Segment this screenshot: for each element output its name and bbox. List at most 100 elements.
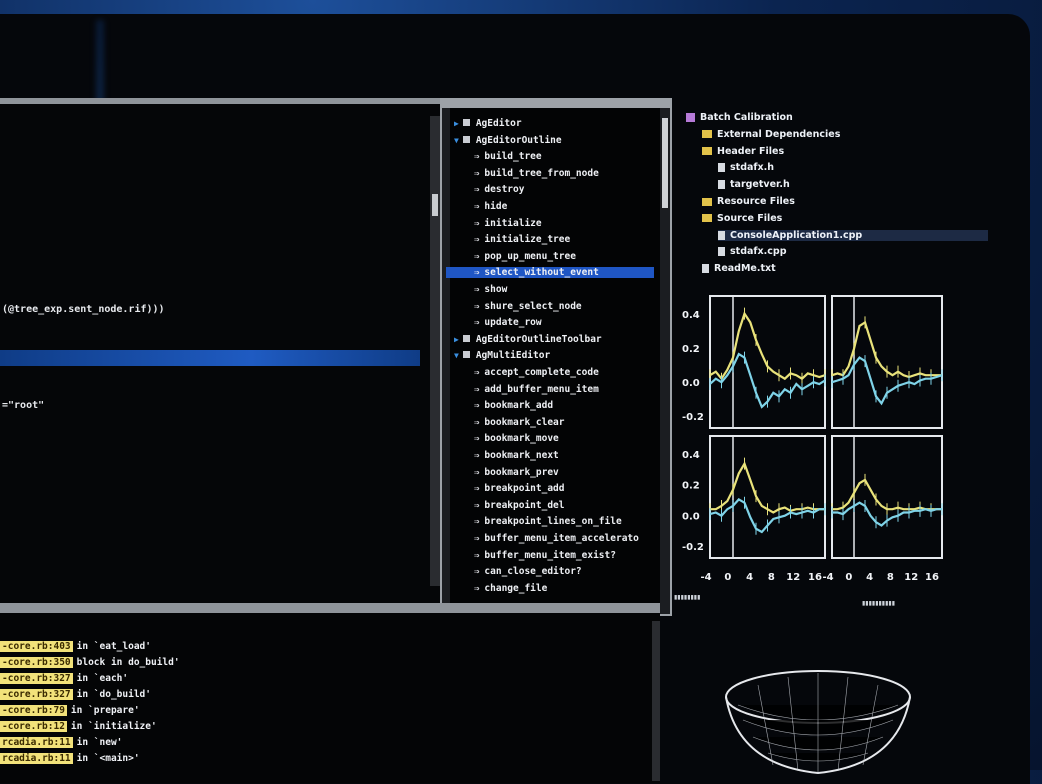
editor-scrollbar[interactable] bbox=[430, 116, 440, 586]
code-line[interactable]: ="root" bbox=[2, 400, 44, 411]
outline-class-item[interactable]: ▼ AgMultiEditor bbox=[454, 350, 550, 361]
x-tick-label: 4 bbox=[746, 572, 753, 583]
outline-method-item[interactable]: ⇒ initialize bbox=[474, 218, 542, 229]
method-icon: ⇒ bbox=[474, 583, 480, 594]
solution-item[interactable]: Source Files bbox=[702, 213, 782, 224]
outline-scrollbar[interactable] bbox=[660, 108, 670, 614]
tree-item-label: build_tree bbox=[484, 151, 542, 163]
expand-down-icon[interactable]: ▼ bbox=[454, 136, 459, 145]
outline-left-scrollbar[interactable] bbox=[442, 108, 450, 614]
outline-method-item[interactable]: ⇒ breakpoint_lines_on_file bbox=[474, 516, 622, 527]
solution-item[interactable]: targetver.h bbox=[718, 179, 790, 190]
expand-right-icon[interactable]: ▶ bbox=[454, 119, 459, 128]
outline-method-item[interactable]: ⇒ pop_up_menu_tree bbox=[474, 251, 576, 262]
stack-trace-file[interactable]: -core.rb:327 bbox=[0, 673, 73, 684]
outline-method-item[interactable]: ⇒ buffer_menu_item_accelerato bbox=[474, 533, 639, 544]
console-line: rcadia.rb:11 in `new' bbox=[0, 737, 122, 748]
outline-method-item[interactable]: ⇒ breakpoint_del bbox=[474, 500, 565, 511]
code-line[interactable]: (@tree_exp.sent_node.rif))) bbox=[2, 304, 165, 315]
folder-icon bbox=[702, 147, 712, 156]
solution-explorer[interactable]: Batch Calibration External Dependencies He… bbox=[686, 110, 988, 280]
console-panel[interactable]: -core.rb:403 in `eat_load' -core.rb:350 blo… bbox=[0, 603, 660, 783]
outline-method-item[interactable]: ⇒ hide bbox=[474, 201, 507, 212]
expand-down-icon[interactable]: ▼ bbox=[454, 351, 459, 360]
outline-method-item[interactable]: ⇒ bookmark_prev bbox=[474, 467, 559, 478]
scrollbar-thumb[interactable] bbox=[432, 194, 438, 216]
outline-method-item[interactable]: ⇒ can_close_editor? bbox=[474, 566, 582, 577]
stack-trace-file[interactable]: rcadia.rb:11 bbox=[0, 753, 73, 764]
stack-trace-file[interactable]: rcadia.rb:11 bbox=[0, 737, 73, 748]
outline-method-item[interactable]: ⇒ add_buffer_menu_item bbox=[474, 384, 599, 395]
tree-item-label: bookmark_add bbox=[484, 400, 554, 412]
solution-item[interactable]: Batch Calibration bbox=[686, 112, 793, 123]
solution-item-label: stdafx.h bbox=[730, 162, 775, 174]
method-icon: ⇒ bbox=[474, 268, 480, 279]
solution-item[interactable]: stdafx.cpp bbox=[718, 246, 787, 257]
tree-item-label: buffer_menu_item_accelerato bbox=[484, 533, 639, 544]
method-icon: ⇒ bbox=[474, 567, 480, 578]
tree-item-label: initialize_tree bbox=[484, 234, 571, 246]
outline-method-item[interactable]: ⇒ destroy bbox=[474, 184, 524, 195]
chart-legend-area: ▮▮▮▮▮▮▮▮ ▮▮▮▮▮▮▮▮▮▮ bbox=[672, 594, 972, 654]
solution-item-label: Batch Calibration bbox=[700, 112, 793, 123]
outline-panel[interactable]: ▶ AgEditor ▼ AgEditorOutline ⇒ build_tree ⇒ bui… bbox=[440, 98, 672, 616]
console-scrollbar[interactable] bbox=[652, 621, 660, 781]
outline-method-item[interactable]: ⇒ shure_select_node bbox=[474, 301, 582, 312]
outline-method-item[interactable]: ⇒ update_row bbox=[474, 317, 542, 328]
x-tick-label: 0 bbox=[724, 572, 731, 583]
stack-trace-file[interactable]: -core.rb:350 bbox=[0, 657, 73, 668]
solution-item[interactable]: ConsoleApplication1.cpp bbox=[718, 229, 988, 241]
stack-trace-file[interactable]: -core.rb:12 bbox=[0, 721, 67, 732]
outline-method-item[interactable]: ⇒ show bbox=[474, 284, 507, 295]
method-icon: ⇒ bbox=[474, 417, 480, 428]
tree-item-label: add_buffer_menu_item bbox=[484, 383, 599, 395]
outline-method-item[interactable]: ⇒ bookmark_clear bbox=[474, 417, 565, 428]
outline-method-item[interactable]: ⇒ accept_complete_code bbox=[474, 367, 599, 378]
expand-right-icon[interactable]: ▶ bbox=[454, 335, 459, 344]
outline-class-item[interactable]: ▶ AgEditorOutlineToolbar bbox=[454, 334, 602, 345]
tree-item-label: bookmark_prev bbox=[484, 466, 559, 478]
tree-item-label: change_file bbox=[484, 582, 548, 594]
solution-item[interactable]: stdafx.h bbox=[718, 162, 774, 173]
outline-method-item[interactable]: ⇒ select_without_event bbox=[446, 267, 654, 279]
solution-item[interactable]: Resource Files bbox=[702, 196, 795, 207]
outline-method-item[interactable]: ⇒ bookmark_add bbox=[474, 400, 553, 411]
x-tick-label: 16 bbox=[925, 572, 939, 583]
method-icon: ⇒ bbox=[474, 235, 480, 246]
outline-method-item[interactable]: ⇒ build_tree_from_node bbox=[474, 168, 599, 179]
y-tick-label: 0.0 bbox=[682, 378, 700, 389]
code-editor-window[interactable]: (@tree_exp.sent_node.rif))) ="root" bbox=[0, 98, 440, 604]
outline-class-item[interactable]: ▼ AgEditorOutline bbox=[454, 135, 562, 146]
scrollbar-thumb[interactable] bbox=[662, 118, 668, 208]
outline-method-item[interactable]: ⇒ bookmark_move bbox=[474, 433, 559, 444]
wireframe-bowl-plot bbox=[725, 670, 911, 775]
x-tick-label: 12 bbox=[786, 572, 800, 583]
outline-method-item[interactable]: ⇒ breakpoint_add bbox=[474, 483, 565, 494]
method-icon: ⇒ bbox=[474, 301, 480, 312]
tree-item-label: pop_up_menu_tree bbox=[484, 250, 576, 262]
stack-trace-file[interactable]: -core.rb:79 bbox=[0, 705, 67, 716]
x-tick-label: 8 bbox=[887, 572, 894, 583]
stack-trace-file[interactable]: -core.rb:403 bbox=[0, 641, 73, 652]
method-icon: ⇒ bbox=[474, 467, 480, 478]
method-icon: ⇒ bbox=[474, 185, 480, 196]
method-icon: ⇒ bbox=[474, 285, 480, 295]
method-icon: ⇒ bbox=[474, 251, 480, 262]
outline-method-item[interactable]: ⇒ bookmark_next bbox=[474, 450, 559, 461]
method-icon: ⇒ bbox=[474, 368, 480, 378]
solution-item[interactable]: Header Files bbox=[702, 146, 784, 157]
method-icon: ⇒ bbox=[474, 451, 480, 461]
outline-method-item[interactable]: ⇒ buffer_menu_item_exist? bbox=[474, 550, 616, 561]
console-line: -core.rb:12 in `initialize' bbox=[0, 721, 157, 732]
solution-item[interactable]: ReadMe.txt bbox=[702, 263, 776, 274]
outline-class-item[interactable]: ▶ AgEditor bbox=[454, 118, 522, 129]
outline-method-item[interactable]: ⇒ initialize_tree bbox=[474, 234, 570, 245]
class-icon bbox=[462, 119, 470, 126]
y-tick-label: 0.4 bbox=[682, 450, 700, 461]
tree-item-label: bookmark_move bbox=[484, 433, 559, 445]
outline-method-item[interactable]: ⇒ change_file bbox=[474, 583, 547, 594]
outline-method-item[interactable]: ⇒ build_tree bbox=[474, 151, 542, 162]
stack-trace-file[interactable]: -core.rb:327 bbox=[0, 689, 73, 700]
stack-trace-text: in `eat_load' bbox=[76, 641, 151, 652]
solution-item[interactable]: External Dependencies bbox=[702, 129, 840, 140]
